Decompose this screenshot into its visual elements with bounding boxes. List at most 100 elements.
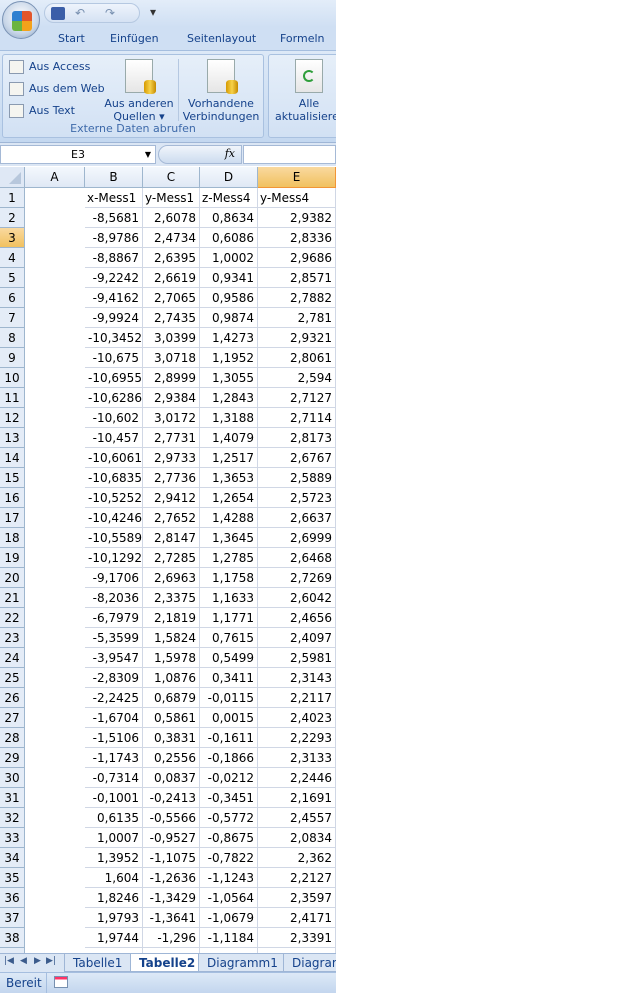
sheet-tab-tabelle1[interactable]: Tabelle1 (64, 954, 132, 972)
cell-c5[interactable]: 0,9341 (200, 268, 258, 288)
cell-c25[interactable]: 0,3411 (200, 668, 258, 688)
cell-c19[interactable]: 1,2785 (200, 548, 258, 568)
column-header-c[interactable]: C (143, 167, 200, 188)
cell-b34[interactable]: -1,1075 (143, 848, 200, 868)
cell-c27[interactable]: 0,0015 (200, 708, 258, 728)
cell-c1[interactable]: z-Mess4 (200, 188, 258, 208)
cell-a30[interactable]: -0,7314 (85, 768, 143, 788)
cell-d32[interactable]: 2,4557 (258, 808, 336, 828)
cell-d11[interactable]: 2,7127 (258, 388, 336, 408)
cell-d5[interactable]: 2,8571 (258, 268, 336, 288)
cell-d3[interactable]: 2,8336 (258, 228, 336, 248)
cell-d12[interactable]: 2,7114 (258, 408, 336, 428)
column-header-a[interactable]: A (25, 167, 85, 188)
row-header[interactable]: 5 (0, 268, 25, 288)
undo-icon[interactable]: ↶ (73, 7, 87, 20)
cell-b5[interactable]: 2,6619 (143, 268, 200, 288)
cell-b26[interactable]: 0,6879 (143, 688, 200, 708)
cell-a17[interactable]: -10,4246 (85, 508, 143, 528)
cell-c20[interactable]: 1,1758 (200, 568, 258, 588)
cell-d25[interactable]: 2,3143 (258, 668, 336, 688)
cell-b6[interactable]: 2,7065 (143, 288, 200, 308)
cell-a14[interactable]: -10,6061 (85, 448, 143, 468)
cell-c26[interactable]: -0,0115 (200, 688, 258, 708)
column-header-e[interactable]: E (258, 167, 336, 188)
row-header[interactable]: 32 (0, 808, 25, 828)
cell-b1[interactable]: y-Mess1 (143, 188, 200, 208)
cell-c23[interactable]: 0,7615 (200, 628, 258, 648)
cell-b21[interactable]: 2,3375 (143, 588, 200, 608)
row-header[interactable]: 30 (0, 768, 25, 788)
cell-c37[interactable]: -1,0679 (200, 908, 258, 928)
row-header[interactable]: 33 (0, 828, 25, 848)
cell-a23[interactable]: -5,3599 (85, 628, 143, 648)
cell-a12[interactable]: -10,602 (85, 408, 143, 428)
cell-a7[interactable]: -9,9924 (85, 308, 143, 328)
cell-a25[interactable]: -2,8309 (85, 668, 143, 688)
cell-a21[interactable]: -8,2036 (85, 588, 143, 608)
row-header[interactable]: 9 (0, 348, 25, 368)
cell-c30[interactable]: -0,0212 (200, 768, 258, 788)
cell-d15[interactable]: 2,5889 (258, 468, 336, 488)
cell-a34[interactable]: 1,3952 (85, 848, 143, 868)
cell-d20[interactable]: 2,7269 (258, 568, 336, 588)
cell-a11[interactable]: -10,6286 (85, 388, 143, 408)
cell-d33[interactable]: 2,0834 (258, 828, 336, 848)
cell-a38[interactable]: 1,9744 (85, 928, 143, 948)
cell-a28[interactable]: -1,5106 (85, 728, 143, 748)
cell-a15[interactable]: -10,6835 (85, 468, 143, 488)
cell-a24[interactable]: -3,9547 (85, 648, 143, 668)
cell-d4[interactable]: 2,9686 (258, 248, 336, 268)
cell-b3[interactable]: 2,4734 (143, 228, 200, 248)
last-sheet-icon[interactable]: ▶| (46, 956, 56, 966)
row-header[interactable]: 16 (0, 488, 25, 508)
aus-dem-web-button[interactable]: Aus dem Web (9, 80, 105, 98)
cell-d22[interactable]: 2,4656 (258, 608, 336, 628)
cell-b14[interactable]: 2,9733 (143, 448, 200, 468)
cell-c3[interactable]: 0,6086 (200, 228, 258, 248)
row-header[interactable]: 7 (0, 308, 25, 328)
row-header[interactable]: 19 (0, 548, 25, 568)
select-all-button[interactable] (0, 167, 25, 188)
cell-c7[interactable]: 0,9874 (200, 308, 258, 328)
cell-b16[interactable]: 2,9412 (143, 488, 200, 508)
prev-sheet-icon[interactable]: ◀ (20, 956, 27, 966)
chevron-down-icon[interactable]: ▼ (145, 146, 151, 163)
cell-d37[interactable]: 2,4171 (258, 908, 336, 928)
cell-c24[interactable]: 0,5499 (200, 648, 258, 668)
cell-d8[interactable]: 2,9321 (258, 328, 336, 348)
cell-b38[interactable]: -1,296 (143, 928, 200, 948)
cell-c35[interactable]: -1,1243 (200, 868, 258, 888)
cell-d7[interactable]: 2,781 (258, 308, 336, 328)
cell-b24[interactable]: 1,5978 (143, 648, 200, 668)
row-header[interactable]: 35 (0, 868, 25, 888)
tab-formeln[interactable]: Formeln (280, 32, 325, 45)
cell-c18[interactable]: 1,3645 (200, 528, 258, 548)
cell-a2[interactable]: -8,5681 (85, 208, 143, 228)
cell-c10[interactable]: 1,3055 (200, 368, 258, 388)
row-header[interactable]: 11 (0, 388, 25, 408)
cell-d10[interactable]: 2,594 (258, 368, 336, 388)
macro-record-icon[interactable] (54, 976, 68, 988)
column-header-d[interactable]: D (200, 167, 258, 188)
cell-c13[interactable]: 1,4079 (200, 428, 258, 448)
aus-access-button[interactable]: Aus Access (9, 58, 90, 76)
row-header[interactable]: 31 (0, 788, 25, 808)
fx-icon[interactable]: fx (225, 147, 235, 160)
row-header[interactable]: 22 (0, 608, 25, 628)
cell-a16[interactable]: -10,5252 (85, 488, 143, 508)
cell-b2[interactable]: 2,6078 (143, 208, 200, 228)
formula-input[interactable] (243, 145, 336, 164)
row-header[interactable]: 27 (0, 708, 25, 728)
cell-c6[interactable]: 0,9586 (200, 288, 258, 308)
cell-d21[interactable]: 2,6042 (258, 588, 336, 608)
alle-aktualisieren-button[interactable]: Alle aktualisieren (269, 57, 336, 123)
save-icon[interactable] (51, 7, 65, 20)
row-header[interactable]: 28 (0, 728, 25, 748)
cell-d6[interactable]: 2,7882 (258, 288, 336, 308)
cell-c31[interactable]: -0,3451 (200, 788, 258, 808)
cell-d31[interactable]: 2,1691 (258, 788, 336, 808)
row-header[interactable]: 29 (0, 748, 25, 768)
cell-b30[interactable]: 0,0837 (143, 768, 200, 788)
row-header[interactable]: 34 (0, 848, 25, 868)
